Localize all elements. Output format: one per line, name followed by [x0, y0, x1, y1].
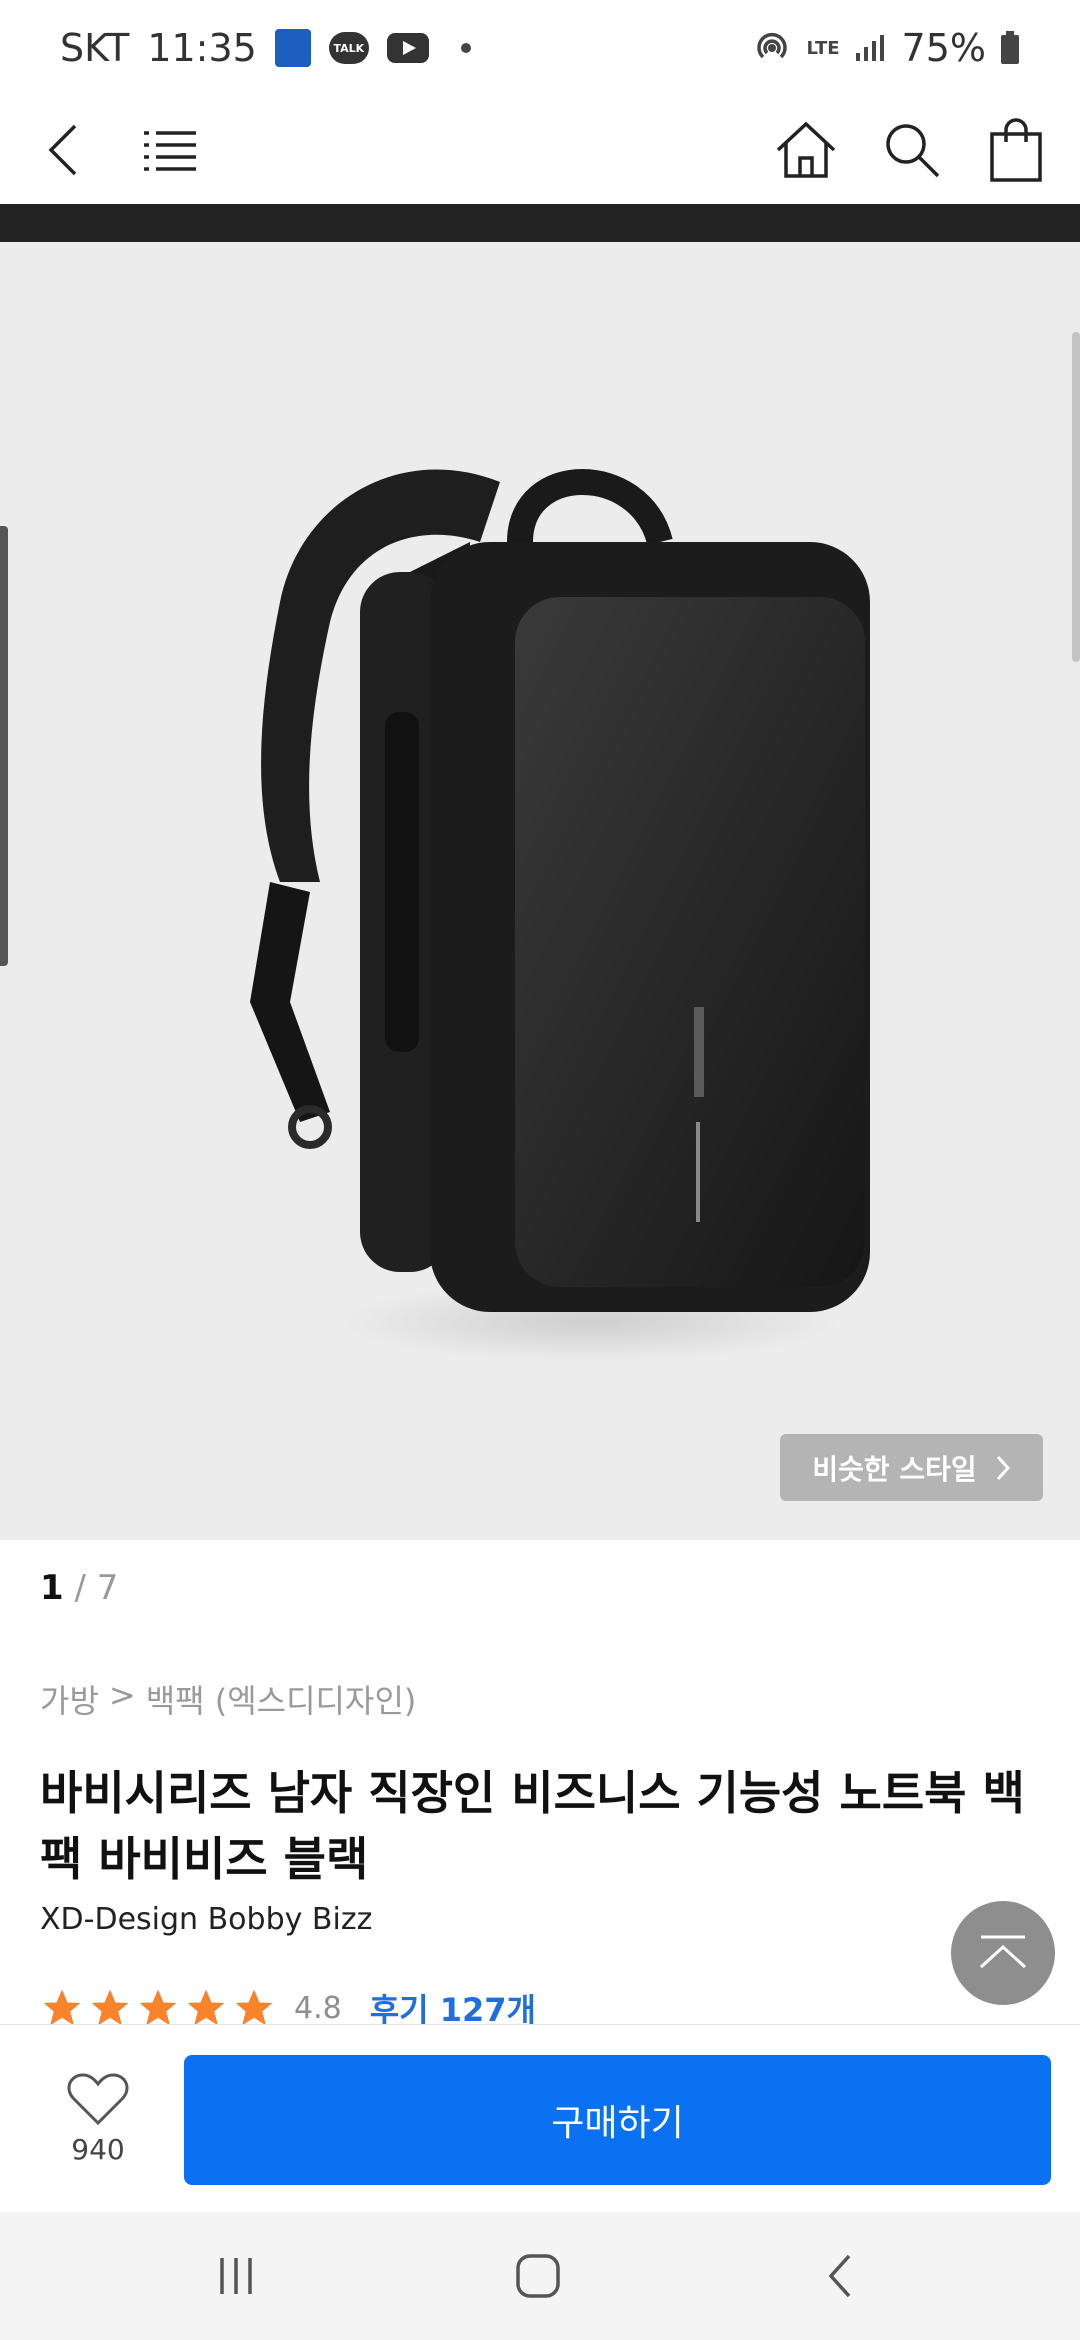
more-notifications-dot	[460, 43, 471, 53]
product-image[interactable]	[0, 242, 1080, 1540]
status-bar: SKT 11:35 TALK LTE 75%	[0, 0, 1080, 96]
page-scrollbar[interactable]	[1072, 332, 1080, 662]
hotspot-icon	[752, 28, 792, 68]
home-button[interactable]	[762, 106, 850, 194]
pager-current: 1	[40, 1568, 64, 1608]
signal-icon	[854, 33, 888, 63]
bottom-action-bar: 940 구매하기	[0, 2024, 1080, 2212]
breadcrumb-separator: >	[108, 1676, 136, 1714]
clock-time: 11:35	[147, 26, 257, 70]
search-icon	[886, 124, 940, 178]
arrow-up-icon	[979, 1935, 1027, 1969]
chevron-right-icon	[996, 1455, 1010, 1480]
pager-separator: /	[74, 1568, 86, 1608]
system-back-button[interactable]	[800, 2236, 880, 2316]
recent-apps-button[interactable]	[196, 2236, 276, 2316]
like-button[interactable]: 940	[50, 2071, 146, 2166]
scroll-to-top-button[interactable]	[951, 1901, 1055, 2005]
menu-icon	[144, 131, 196, 171]
back-button[interactable]	[20, 106, 108, 194]
search-button[interactable]	[868, 106, 956, 194]
system-navigation-bar	[0, 2212, 1080, 2340]
home-square-icon	[516, 2254, 560, 2298]
menu-button[interactable]	[126, 106, 214, 194]
breadcrumb-subcategory[interactable]: 백팩 (엑스디디자인)	[146, 1676, 417, 1722]
app-header	[0, 96, 1080, 204]
heart-icon	[67, 2073, 129, 2126]
rating-score: 4.8	[294, 1990, 342, 2026]
product-brand-name: XD-Design Bobby Bizz	[40, 1902, 373, 1937]
like-count: 940	[71, 2133, 125, 2166]
battery-percent: 75%	[901, 26, 986, 70]
system-back-icon	[828, 2254, 851, 2298]
battery-icon	[1000, 31, 1020, 65]
header-divider-strip	[0, 204, 1080, 242]
recent-apps-icon	[220, 2258, 252, 2294]
home-icon	[776, 121, 836, 178]
image-pager: 1 / 7	[40, 1568, 118, 1608]
cart-button[interactable]	[972, 106, 1060, 194]
similar-style-button[interactable]: 비슷한 스타일	[780, 1434, 1043, 1501]
backpack-illustration	[250, 469, 870, 1362]
pager-total: 7	[96, 1568, 119, 1608]
app-notification-icon	[274, 29, 311, 67]
home-system-button[interactable]	[498, 2236, 578, 2316]
talk-icon: TALK	[328, 32, 369, 64]
breadcrumb: 가방 > 백팩 (엑스디디자인)	[40, 1676, 416, 1722]
back-icon	[48, 124, 77, 176]
breadcrumb-category[interactable]: 가방	[40, 1676, 99, 1722]
shopping-bag-icon	[990, 118, 1042, 182]
buy-button[interactable]: 구매하기	[184, 2055, 1051, 2185]
similar-style-label: 비슷한 스타일	[812, 1452, 977, 1486]
video-play-icon	[386, 33, 429, 63]
product-title: 바비시리즈 남자 직장인 비즈니스 기능성 노트북 백팩 바비비즈 블랙	[40, 1766, 1025, 1886]
network-type-label: LTE	[806, 37, 840, 59]
carrier-label: SKT	[60, 26, 130, 70]
image-side-indicator	[0, 526, 8, 966]
